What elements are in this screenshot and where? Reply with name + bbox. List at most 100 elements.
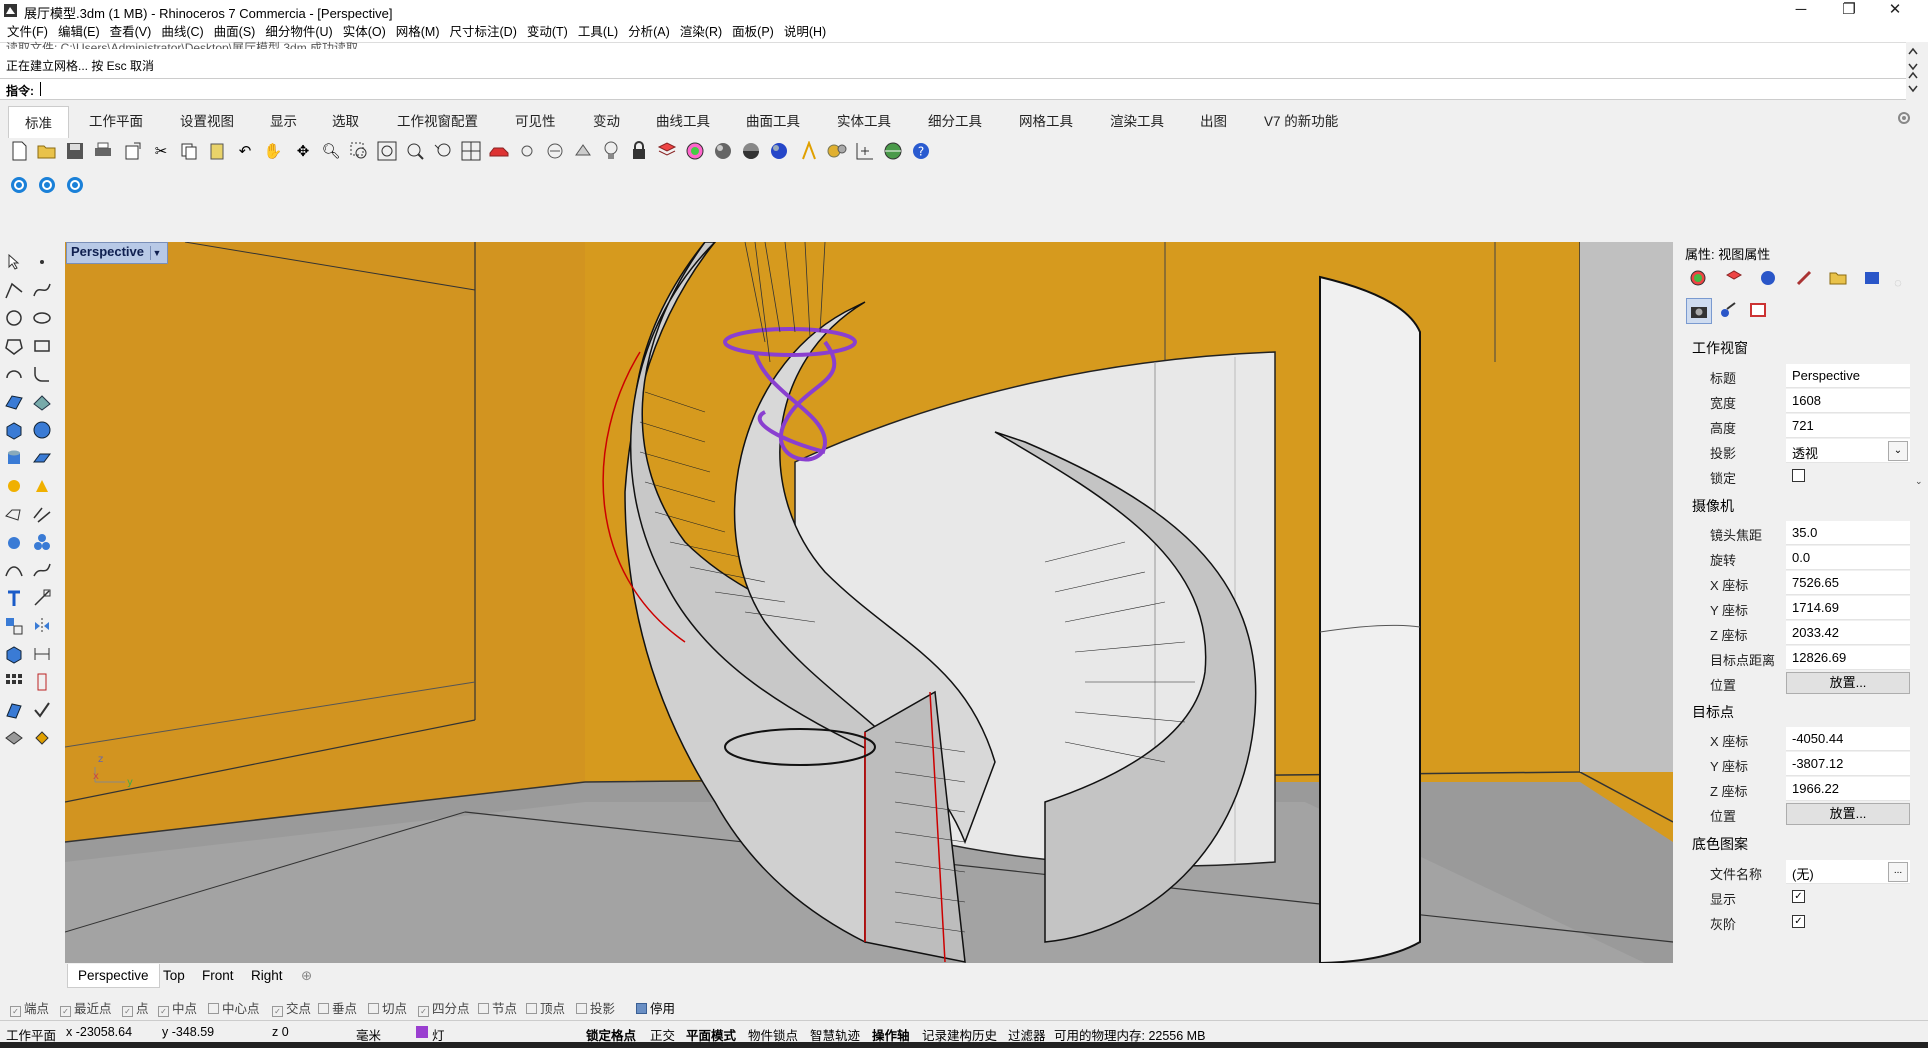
prop-cam-x-field[interactable]: 7526.65 bbox=[1786, 571, 1910, 595]
tab-display[interactable]: 显示 bbox=[270, 110, 297, 130]
tab-v7-new[interactable]: V7 的新功能 bbox=[1264, 110, 1338, 130]
chevron-down-icon[interactable]: ▼ bbox=[150, 245, 163, 260]
chevron-down-icon[interactable]: ⌄ bbox=[1915, 476, 1923, 487]
zoom-selected-icon[interactable] bbox=[404, 140, 426, 162]
osnap-quad[interactable]: ✓ 四分点 bbox=[418, 998, 470, 1017]
tab-solid-tools[interactable]: 实体工具 bbox=[837, 110, 891, 130]
osnap-intersection-checkbox[interactable]: ✓ bbox=[272, 1006, 283, 1017]
osnap-near[interactable]: ✓ 最近点 bbox=[60, 998, 112, 1017]
osnap-vertex-checkbox[interactable] bbox=[526, 1003, 537, 1014]
group-icon[interactable] bbox=[30, 530, 54, 554]
tab-drafting[interactable]: 出图 bbox=[1200, 110, 1227, 130]
copy-objects-icon[interactable] bbox=[2, 614, 26, 638]
tab-render-tools[interactable]: 渲染工具 bbox=[1110, 110, 1164, 130]
osnap-knot[interactable]: 节点 bbox=[478, 998, 517, 1017]
prop-cam-y-field[interactable]: 1714.69 bbox=[1786, 596, 1910, 620]
text-icon[interactable] bbox=[2, 586, 26, 610]
viewport-title[interactable]: Perspective ▼ bbox=[66, 242, 168, 264]
command-history[interactable]: 读取文件: C:\Users\Administrator\Desktop\展厅模… bbox=[0, 41, 1906, 79]
paint-bucket-icon[interactable] bbox=[30, 726, 54, 750]
undo-icon[interactable]: ↶ bbox=[234, 140, 256, 162]
options-gears-icon[interactable] bbox=[826, 140, 848, 162]
osnap-center[interactable]: 中心点 bbox=[208, 998, 260, 1017]
osnap-knot-checkbox[interactable] bbox=[478, 1003, 489, 1014]
environment-sphere-icon[interactable] bbox=[768, 140, 790, 162]
prop-height-field[interactable]: 721 bbox=[1786, 414, 1910, 438]
tab-visibility[interactable]: 可见性 bbox=[515, 110, 556, 130]
osnap-mid[interactable]: ✓ 中点 bbox=[158, 998, 197, 1017]
four-viewports-icon[interactable] bbox=[460, 140, 482, 162]
camera-place-button[interactable]: 放置... bbox=[1786, 672, 1910, 694]
split-icon[interactable] bbox=[30, 502, 54, 526]
osnap-project-checkbox[interactable] bbox=[576, 1003, 587, 1014]
perspective-viewport[interactable]: x y z bbox=[65, 242, 1673, 963]
cylinder-icon[interactable] bbox=[2, 446, 26, 470]
chevron-down-icon[interactable]: ⌄ bbox=[1888, 441, 1908, 461]
solid-edit-icon[interactable] bbox=[2, 530, 26, 554]
osnap-disable[interactable]: 停用 bbox=[636, 998, 675, 1017]
prop-tgt-z-field[interactable]: 1966.22 bbox=[1786, 777, 1910, 801]
minimize-button[interactable]: ─ bbox=[1778, 0, 1824, 22]
light-bulb-icon[interactable] bbox=[600, 140, 622, 162]
undo-view-icon[interactable] bbox=[432, 140, 454, 162]
prop-width-field[interactable]: 1608 bbox=[1786, 389, 1910, 413]
osnap-quad-checkbox[interactable]: ✓ bbox=[418, 1006, 429, 1017]
osnap-center-checkbox[interactable] bbox=[208, 1003, 219, 1014]
osnap-end[interactable]: ✓ 端点 bbox=[10, 998, 49, 1017]
right-panel-scrollbar[interactable]: ⌄ bbox=[1912, 240, 1928, 984]
osnap-near-checkbox[interactable]: ✓ bbox=[60, 1006, 71, 1017]
osnap-disable-checkbox[interactable] bbox=[636, 1003, 647, 1014]
paste-icon[interactable] bbox=[206, 140, 228, 162]
tab-subd-tools[interactable]: 细分工具 bbox=[928, 110, 982, 130]
menu-render[interactable]: 渲染(R) bbox=[675, 22, 727, 42]
blend-curve-icon[interactable] bbox=[30, 558, 54, 582]
properties-object-icon[interactable] bbox=[1686, 266, 1710, 290]
menu-panels[interactable]: 面板(P) bbox=[727, 22, 779, 42]
materials-panel-icon[interactable] bbox=[1756, 266, 1780, 290]
import-icon[interactable] bbox=[122, 140, 144, 162]
circle-icon[interactable] bbox=[2, 306, 26, 330]
tab-transform[interactable]: 变动 bbox=[593, 110, 620, 130]
osnap-point-checkbox[interactable]: ✓ bbox=[122, 1006, 133, 1017]
viewtab-perspective[interactable]: Perspective bbox=[67, 964, 160, 988]
polygon-icon[interactable] bbox=[2, 334, 26, 358]
grayscale-checkbox[interactable]: ✓ bbox=[1792, 915, 1805, 928]
offset-curve-icon[interactable] bbox=[2, 558, 26, 582]
spotlight-icon[interactable] bbox=[30, 474, 54, 498]
move-icon[interactable] bbox=[30, 586, 54, 610]
tab-surface-tools[interactable]: 曲面工具 bbox=[746, 110, 800, 130]
more-panels-icon[interactable]: ◌ bbox=[1886, 270, 1910, 294]
add-viewport-tab-icon[interactable]: ⊕ bbox=[301, 968, 312, 984]
wallpaper-icon[interactable] bbox=[1716, 298, 1740, 322]
osnap-end-checkbox[interactable]: ✓ bbox=[10, 1006, 21, 1017]
frame-icon[interactable] bbox=[1746, 298, 1770, 322]
color-wheel-icon[interactable] bbox=[684, 140, 706, 162]
sphere-icon[interactable] bbox=[30, 418, 54, 442]
camera-icon[interactable] bbox=[1686, 298, 1712, 324]
boolean-union-icon[interactable] bbox=[2, 502, 26, 526]
osnap-tan-checkbox[interactable] bbox=[368, 1003, 379, 1014]
show-checkbox[interactable]: ✓ bbox=[1792, 890, 1805, 903]
display-panel-icon[interactable] bbox=[1792, 266, 1816, 290]
point-icon[interactable] bbox=[30, 250, 54, 274]
osnap-vertex[interactable]: 顶点 bbox=[526, 998, 565, 1017]
extrude-curve-icon[interactable] bbox=[30, 390, 54, 414]
gear-icon[interactable] bbox=[1896, 110, 1912, 126]
layer-icon[interactable] bbox=[656, 140, 678, 162]
viewtab-top[interactable]: Top bbox=[163, 968, 185, 983]
check-icon[interactable] bbox=[30, 698, 54, 722]
arc-icon[interactable] bbox=[2, 362, 26, 386]
mesh-plane-icon[interactable] bbox=[30, 446, 54, 470]
dimension-linear-icon[interactable] bbox=[30, 642, 54, 666]
prop-filename-field[interactable]: (无)... bbox=[1786, 860, 1910, 884]
tab-mesh-tools[interactable]: 网格工具 bbox=[1019, 110, 1073, 130]
plugin-two-icon[interactable] bbox=[36, 174, 58, 196]
sun-icon[interactable] bbox=[516, 140, 538, 162]
zoom-icon[interactable]: 🔍︎ bbox=[320, 140, 342, 162]
mirror-icon[interactable] bbox=[30, 614, 54, 638]
viewtab-front[interactable]: Front bbox=[202, 968, 234, 983]
tab-select[interactable]: 选取 bbox=[332, 110, 359, 130]
osnap-perp[interactable]: 垂点 bbox=[318, 998, 357, 1017]
osnap-tan[interactable]: 切点 bbox=[368, 998, 407, 1017]
osnap-mid-checkbox[interactable]: ✓ bbox=[158, 1006, 169, 1017]
